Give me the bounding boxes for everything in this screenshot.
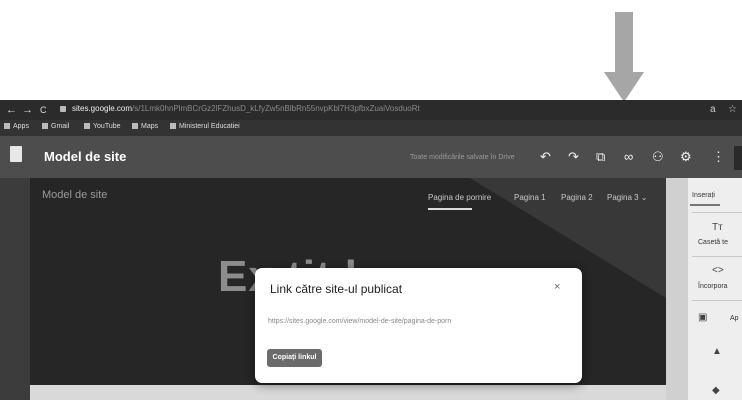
apps-icon	[4, 123, 10, 130]
nav-active-underline	[428, 208, 472, 210]
image-icon[interactable]: ▣	[698, 312, 707, 323]
text-box-icon[interactable]: Tт	[712, 222, 723, 233]
nav-page-1[interactable]: Pagina 1	[514, 193, 546, 202]
bookmark-ministerul[interactable]: Ministerul Educatiei	[170, 123, 240, 130]
annotation-arrow-shaft	[615, 12, 633, 74]
sites-doc-icon[interactable]	[10, 146, 22, 162]
annotation-arrow-head	[604, 72, 644, 102]
close-icon[interactable]: ×	[554, 281, 560, 293]
redo-icon[interactable]: ↷	[568, 150, 579, 164]
gmail-icon	[42, 123, 48, 130]
lock-icon	[60, 106, 66, 112]
url-text[interactable]: sites.google.com/s/1Lmk0hnPlmBCrGz2lFZhu…	[72, 104, 420, 113]
nav-page-2[interactable]: Pagina 2	[561, 193, 593, 202]
back-icon[interactable]: ←	[6, 104, 17, 116]
settings-icon[interactable]: ⚙	[680, 150, 692, 164]
drive-icon[interactable]: ▲	[712, 346, 722, 357]
nav-page-3[interactable]: Pagina 3 ⌄	[607, 193, 648, 202]
layout-icon[interactable]: ◆	[712, 385, 720, 396]
site-header-name[interactable]: Model de site	[42, 189, 107, 201]
bookmark-maps[interactable]: Maps	[132, 123, 158, 130]
youtube-icon	[84, 123, 90, 130]
site-title[interactable]: Model de site	[44, 149, 126, 164]
bookmark-gmail[interactable]: Gmail	[42, 123, 69, 130]
tab-insert[interactable]: Inserați	[692, 192, 715, 199]
bookmark-star-icon[interactable]: ☆	[728, 104, 737, 115]
ministerul-icon	[170, 123, 176, 130]
bookmark-apps[interactable]: Apps	[4, 123, 29, 130]
forward-icon[interactable]: →	[22, 104, 33, 116]
publish-button[interactable]	[734, 146, 742, 170]
link-icon[interactable]: ∞	[624, 150, 633, 164]
embed-icon[interactable]: <>	[712, 265, 724, 276]
panel-item-text-box[interactable]: Casetă te	[698, 239, 728, 246]
dialog-title: Link către site-ul publicat	[270, 282, 403, 296]
panel-divider-line	[692, 256, 742, 257]
panel-item-apps[interactable]: Ap	[730, 315, 739, 322]
panel-divider-line	[692, 300, 742, 301]
bookmark-youtube[interactable]: YouTube	[84, 123, 121, 130]
more-icon[interactable]: ⋮	[712, 150, 725, 164]
undo-icon[interactable]: ↶	[540, 150, 551, 164]
preview-icon[interactable]: ⧉	[596, 150, 605, 164]
tab-active-underline	[690, 204, 720, 206]
maps-icon	[132, 123, 138, 130]
extension-icon[interactable]: a	[710, 104, 716, 115]
published-url[interactable]: https://sites.google.com/view/model-de-s…	[268, 318, 451, 325]
nav-home[interactable]: Pagina de pornire	[428, 193, 491, 202]
save-status: Toate modificările salvate în Drive	[410, 154, 515, 161]
reload-icon[interactable]: C	[40, 104, 47, 116]
copy-link-button[interactable]: Copiați linkul	[267, 349, 322, 367]
share-icon[interactable]: ⚇	[652, 150, 664, 164]
panel-item-embed[interactable]: Încorpora	[698, 283, 728, 290]
panel-divider	[666, 178, 688, 400]
content-section[interactable]	[30, 385, 666, 400]
panel-divider-line	[692, 212, 742, 213]
